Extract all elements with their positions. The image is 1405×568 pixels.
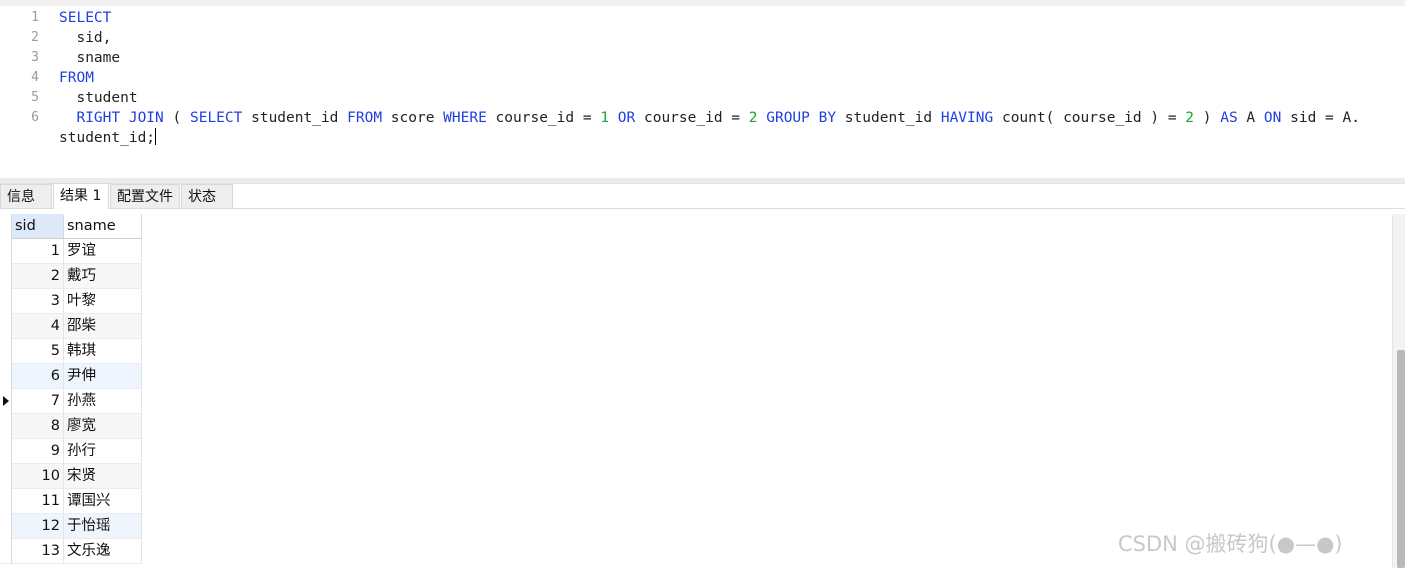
cell-sname[interactable]: 于怡瑶: [64, 514, 142, 539]
sql-text: student_id;: [59, 130, 156, 146]
sql-keyword: WHERE: [443, 110, 487, 126]
sql-text: (: [163, 110, 190, 126]
sql-text: A: [1237, 110, 1264, 126]
watermark: CSDN @搬砖狗(●—●): [1118, 532, 1343, 556]
sql-keyword: SELECT: [59, 10, 112, 26]
result-tab[interactable]: 配置文件: [110, 184, 180, 208]
cell-sname[interactable]: 宋贤: [64, 464, 142, 489]
sql-text: student_id: [836, 110, 941, 126]
sql-text: ): [1194, 110, 1221, 126]
cell-sid[interactable]: 13: [12, 539, 64, 564]
sql-editor[interactable]: 1 SELECT 2 sid, 3 sname 4 FROM 5 student 6 RIGH…: [0, 6, 1405, 178]
cell-sname[interactable]: 孙行: [64, 439, 142, 464]
sql-keyword: GROUP BY: [766, 110, 837, 126]
code-line[interactable]: 6 RIGHT JOIN ( SELECT student_id FROM sc…: [0, 108, 1405, 128]
sql-number: 1: [600, 110, 610, 126]
cell-sname[interactable]: 叶黎: [64, 289, 142, 314]
sql-text: count( course_id ) =: [993, 110, 1186, 126]
cell-sid[interactable]: 8: [12, 414, 64, 439]
cell-sid[interactable]: 5: [12, 339, 64, 364]
cell-sid[interactable]: 10: [12, 464, 64, 489]
cell-sname[interactable]: 孙燕: [64, 389, 142, 414]
sql-keyword: FROM: [347, 110, 383, 126]
cell-sname[interactable]: 罗谊: [64, 239, 142, 264]
code-text: FROM: [59, 68, 94, 88]
code-text: student_id;: [59, 128, 157, 148]
line-number: 2: [31, 30, 39, 45]
cell-sname[interactable]: 文乐逸: [64, 539, 142, 564]
code-text: student: [59, 88, 138, 108]
cell-sid[interactable]: 6: [12, 364, 64, 389]
sql-text: sname: [59, 50, 121, 66]
code-text: sname: [59, 48, 120, 68]
sql-text: sid = A.: [1281, 110, 1360, 126]
result-tab[interactable]: 信息: [0, 184, 52, 208]
sql-text: course_id =: [635, 110, 749, 126]
sql-keyword: RIGHT JOIN: [76, 110, 164, 126]
column-header-sid[interactable]: sid: [12, 214, 64, 239]
cell-sname[interactable]: 谭国兴: [64, 489, 142, 514]
sql-number: 2: [1185, 110, 1195, 126]
cell-sname[interactable]: 戴巧: [64, 264, 142, 289]
sql-keyword: HAVING: [940, 110, 994, 126]
result-tab[interactable]: 状态: [181, 184, 233, 208]
sql-text: score: [382, 110, 444, 126]
sql-text: sid,: [59, 30, 112, 46]
sql-text: student: [59, 90, 138, 106]
cell-sid[interactable]: 3: [12, 289, 64, 314]
cell-sid[interactable]: 4: [12, 314, 64, 339]
code-line[interactable]: student_id;: [0, 128, 1405, 148]
sql-keyword: AS: [1220, 110, 1238, 126]
cell-sname[interactable]: 韩琪: [64, 339, 142, 364]
sql-text: student_id: [242, 110, 348, 126]
cell-sid[interactable]: 12: [12, 514, 64, 539]
cell-sname[interactable]: 邵柴: [64, 314, 142, 339]
code-line[interactable]: 2 sid,: [0, 28, 1405, 48]
code-text: SELECT: [59, 8, 111, 28]
code-line[interactable]: 3 sname: [0, 48, 1405, 68]
cell-sid[interactable]: 9: [12, 439, 64, 464]
line-number: 4: [31, 70, 39, 85]
code-line[interactable]: 1 SELECT: [0, 8, 1405, 28]
result-tabbar: 信息 结果 1 配置文件 状态: [0, 183, 1405, 209]
code-line[interactable]: 4 FROM: [0, 68, 1405, 88]
sql-number: 2: [748, 110, 758, 126]
line-number: 5: [31, 90, 39, 105]
line-number: 3: [31, 50, 39, 65]
sql-keyword: ON: [1263, 110, 1282, 126]
cell-sname[interactable]: 尹伸: [64, 364, 142, 389]
cell-sid[interactable]: 2: [12, 264, 64, 289]
vertical-scrollbar[interactable]: [1392, 214, 1405, 568]
column-header-sname[interactable]: sname: [64, 214, 142, 239]
line-number: 1: [31, 10, 39, 25]
current-row-pointer-icon: [3, 396, 9, 406]
sql-keyword: SELECT: [189, 110, 243, 126]
cell-sname[interactable]: 廖宽: [64, 414, 142, 439]
code-line[interactable]: 5 student: [0, 88, 1405, 108]
sql-keyword: OR: [617, 110, 636, 126]
cell-sid[interactable]: 1: [12, 239, 64, 264]
row-selector-gutter[interactable]: [0, 214, 12, 564]
code-text: RIGHT JOIN ( SELECT student_id FROM scor…: [59, 108, 1360, 128]
result-tab[interactable]: 结果 1: [53, 183, 109, 209]
sql-keyword: FROM: [59, 70, 94, 86]
cell-sid[interactable]: 11: [12, 489, 64, 514]
cell-sid[interactable]: 7: [12, 389, 64, 414]
sql-text: course_id =: [486, 110, 601, 126]
line-number: 6: [31, 110, 39, 125]
code-text: sid,: [59, 28, 111, 48]
text-caret: [155, 128, 157, 145]
scrollbar-thumb[interactable]: [1397, 350, 1405, 568]
